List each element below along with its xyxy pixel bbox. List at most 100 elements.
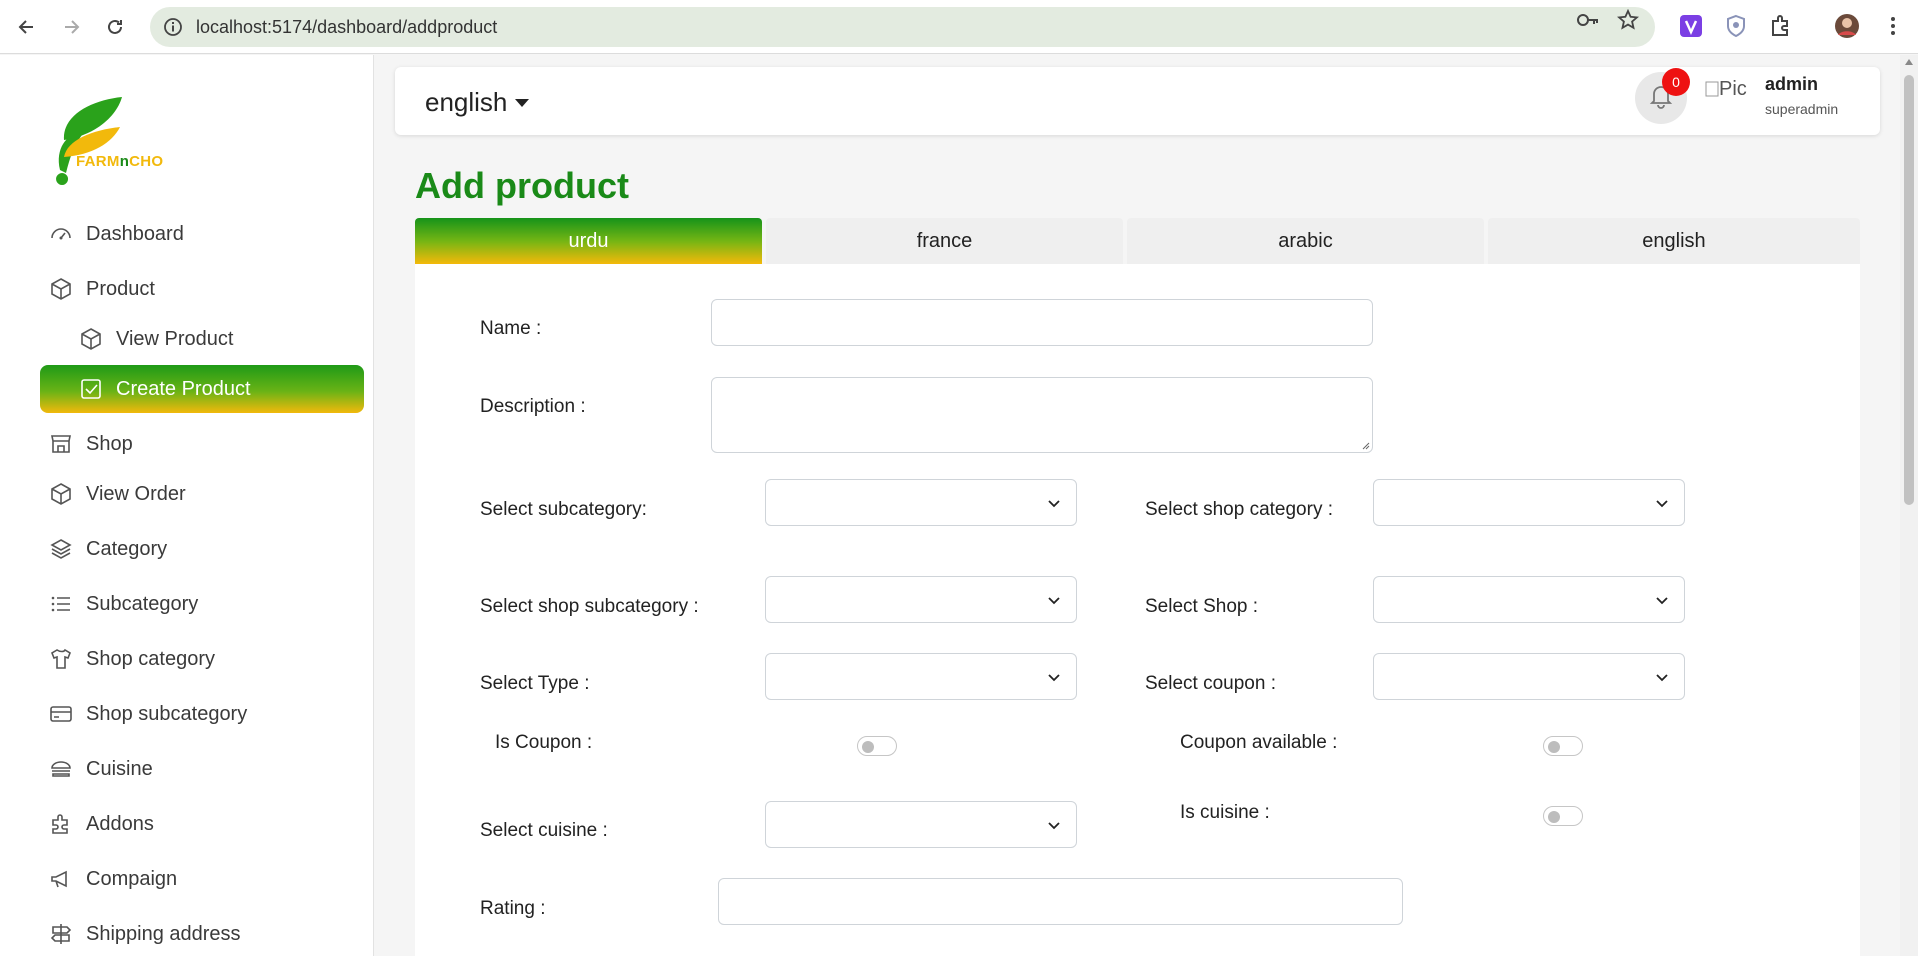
sidebar-item-product[interactable]: Product bbox=[40, 265, 364, 313]
resize-grip-icon[interactable] bbox=[1360, 440, 1370, 450]
sidebar-item-label: Category bbox=[86, 537, 168, 560]
sidebar-item-category[interactable]: Category bbox=[40, 525, 364, 573]
sidebar-item-view-order[interactable]: View Order bbox=[40, 470, 364, 518]
sidebar-item-shop-category[interactable]: Shop category bbox=[40, 635, 364, 683]
top-header: english 0 Pic admin superadmin bbox=[395, 67, 1880, 135]
extension-v-icon[interactable] bbox=[1678, 13, 1704, 39]
sidebar-item-label: Shop subcategory bbox=[86, 702, 248, 725]
language-label: english bbox=[425, 87, 508, 117]
coupon-label: Select coupon : bbox=[1145, 673, 1276, 694]
type-label: Select Type : bbox=[480, 673, 590, 694]
logo-text-n: n bbox=[119, 153, 130, 170]
sidebar-item-create-product[interactable]: Create Product bbox=[40, 365, 364, 413]
tab-english[interactable]: english bbox=[1488, 218, 1860, 264]
name-label: Name : bbox=[480, 318, 542, 339]
is-cuisine-toggle[interactable] bbox=[1543, 806, 1583, 826]
type-select[interactable] bbox=[765, 653, 1077, 700]
kebab-menu-icon[interactable] bbox=[1880, 13, 1906, 39]
cuisine-select[interactable] bbox=[765, 801, 1077, 848]
sidebar-item-shop[interactable]: Shop bbox=[40, 420, 364, 468]
sidebar-item-label: View Product bbox=[116, 327, 234, 350]
sidebar-item-compaign[interactable]: Compaign bbox=[40, 855, 364, 903]
page-scrollbar[interactable] bbox=[1900, 55, 1918, 956]
sidebar-item-label: Shipping address bbox=[86, 922, 241, 945]
farmncho-logo[interactable]: FARMnCHO bbox=[52, 85, 182, 185]
signpost-icon bbox=[48, 921, 74, 947]
coupon-available-label: Coupon available : bbox=[1180, 732, 1338, 753]
description-label: Description : bbox=[480, 396, 586, 417]
sidebar-item-shipping-address[interactable]: Shipping address bbox=[40, 910, 364, 956]
scrollbar-thumb[interactable] bbox=[1904, 75, 1914, 505]
logo-text-cho: CHO bbox=[129, 153, 164, 170]
toggle-knob bbox=[862, 741, 874, 753]
sidebar-item-subcategory[interactable]: Subcategory bbox=[40, 580, 364, 628]
name-input[interactable] bbox=[711, 299, 1373, 346]
speedometer-icon bbox=[48, 221, 74, 247]
browser-toolbar: localhost:5174/dashboard/addproduct bbox=[0, 0, 1918, 54]
shield-extension-icon[interactable] bbox=[1723, 13, 1749, 39]
sidebar-item-view-product[interactable]: View Product bbox=[40, 315, 364, 363]
credit-card-icon bbox=[48, 701, 74, 727]
tab-france[interactable]: france bbox=[766, 218, 1123, 264]
notification-badge: 0 bbox=[1662, 68, 1690, 96]
sidebar-item-label: Subcategory bbox=[86, 592, 199, 615]
is-coupon-toggle[interactable] bbox=[857, 736, 897, 756]
chevron-down-icon bbox=[1048, 821, 1060, 829]
url-text[interactable]: localhost:5174/dashboard/addproduct bbox=[196, 17, 497, 38]
description-textarea[interactable] bbox=[711, 377, 1373, 453]
password-key-icon[interactable] bbox=[1576, 9, 1598, 31]
coupon-available-toggle[interactable] bbox=[1543, 736, 1583, 756]
forward-arrow-icon[interactable] bbox=[56, 12, 86, 42]
rating-label: Rating : bbox=[480, 898, 546, 919]
page-title: Add product bbox=[415, 165, 629, 206]
sidebar-item-dashboard[interactable]: Dashboard bbox=[40, 210, 364, 258]
bookmark-star-icon[interactable] bbox=[1616, 8, 1640, 31]
site-info-icon[interactable] bbox=[162, 16, 184, 38]
tab-urdu[interactable]: urdu bbox=[415, 218, 762, 264]
language-dropdown[interactable]: english bbox=[425, 87, 530, 118]
sidebar-item-shop-subcategory[interactable]: Shop subcategory bbox=[40, 690, 364, 738]
subcategory-label: Select subcategory: bbox=[480, 499, 647, 520]
cuisine-label: Select cuisine : bbox=[480, 820, 608, 841]
sidebar: FARMnCHO Dashboard Product View Product … bbox=[0, 55, 374, 956]
shirt-icon bbox=[48, 646, 74, 672]
profile-avatar-icon[interactable] bbox=[1834, 13, 1860, 39]
sidebar-item-label: Create Product bbox=[116, 377, 251, 400]
sidebar-item-label: Compaign bbox=[86, 867, 178, 890]
toggle-knob bbox=[1548, 741, 1560, 753]
shop-subcategory-select[interactable] bbox=[765, 576, 1077, 623]
shop-label: Select Shop : bbox=[1145, 596, 1259, 617]
chevron-down-icon bbox=[1656, 499, 1668, 507]
scroll-up-arrow-icon[interactable] bbox=[1905, 59, 1913, 65]
tab-arabic[interactable]: arabic bbox=[1127, 218, 1484, 264]
sidebar-item-cuisine[interactable]: Cuisine bbox=[40, 745, 364, 793]
avatar[interactable]: Pic bbox=[1705, 74, 1751, 104]
chevron-down-icon bbox=[1048, 499, 1060, 507]
reload-icon[interactable] bbox=[100, 12, 130, 42]
chevron-down-icon bbox=[1048, 596, 1060, 604]
puzzle-icon bbox=[48, 811, 74, 837]
logo-text-farm: FARM bbox=[76, 153, 120, 170]
language-tabs: urdu france arabic english bbox=[415, 218, 1860, 264]
chevron-down-icon bbox=[1656, 596, 1668, 604]
shop-category-select[interactable] bbox=[1373, 479, 1685, 526]
coupon-select[interactable] bbox=[1373, 653, 1685, 700]
address-bar[interactable]: localhost:5174/dashboard/addproduct bbox=[150, 7, 1655, 47]
sidebar-item-label: Product bbox=[86, 277, 155, 300]
subcategory-select[interactable] bbox=[765, 479, 1077, 526]
cube-icon bbox=[48, 481, 74, 507]
back-arrow-icon[interactable] bbox=[12, 12, 42, 42]
puzzle-extension-icon[interactable] bbox=[1768, 13, 1794, 39]
is-coupon-label: Is Coupon : bbox=[495, 732, 593, 753]
list-icon bbox=[48, 591, 74, 617]
sidebar-item-label: Shop bbox=[86, 432, 133, 455]
avatar-alt-text: Pic bbox=[1719, 77, 1747, 100]
caret-down-icon bbox=[515, 98, 530, 107]
storefront-icon bbox=[48, 431, 74, 457]
shop-select[interactable] bbox=[1373, 576, 1685, 623]
megaphone-icon bbox=[48, 866, 74, 892]
rating-input[interactable] bbox=[718, 878, 1403, 925]
sidebar-item-label: Dashboard bbox=[86, 222, 184, 245]
sidebar-item-label: View Order bbox=[86, 482, 186, 505]
sidebar-item-addons[interactable]: Addons bbox=[40, 800, 364, 848]
